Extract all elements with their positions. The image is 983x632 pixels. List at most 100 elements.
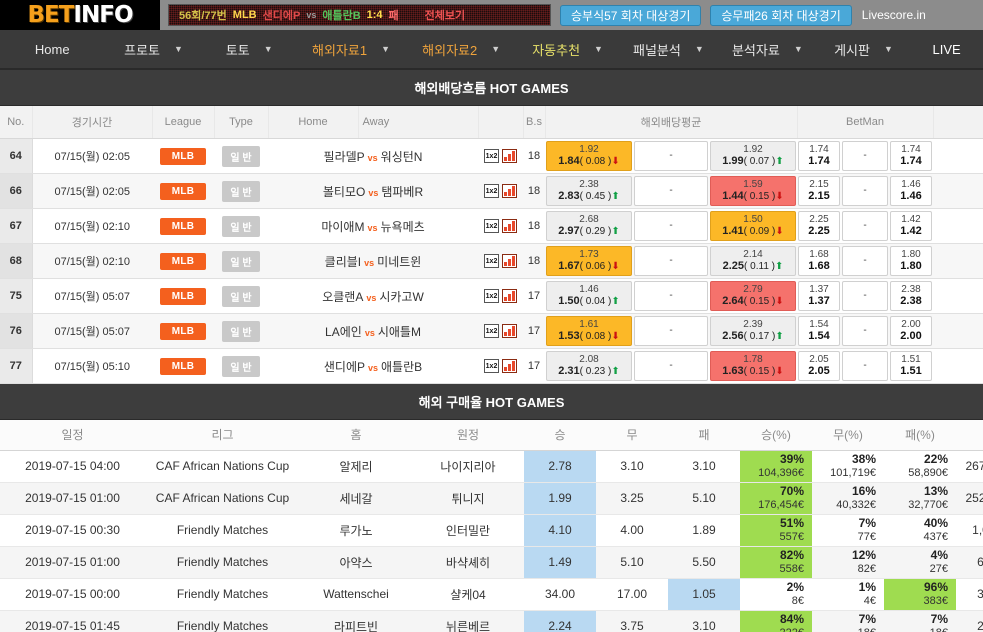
bar-chart-icon[interactable] xyxy=(502,184,517,198)
odds-table-row[interactable]: 67 07/15(월) 02:10 MLB 일 반 마이애M vs 뉴욕메츠 1x2 18 2.6… xyxy=(0,208,983,244)
league-cell[interactable]: MLB xyxy=(152,348,214,384)
home-team[interactable]: 루가노 xyxy=(300,514,412,547)
betman-away-cell[interactable]: 2.00 2.00 xyxy=(889,313,934,349)
betman-draw-cell[interactable]: - xyxy=(841,173,889,209)
overseas-draw-odds[interactable]: - xyxy=(633,313,709,349)
betman-home-odds[interactable]: 1.54 1.54 xyxy=(798,316,840,346)
bar-chart-icon[interactable] xyxy=(502,324,517,338)
purchase-table-row[interactable]: 2019-07-15 01:00 CAF African Nations Cup 세… xyxy=(0,482,983,515)
betman-draw-cell[interactable]: - xyxy=(841,243,889,279)
betman-draw-cell[interactable]: - xyxy=(841,208,889,244)
betman-away-cell[interactable]: 1.80 1.80 xyxy=(889,243,934,279)
betman-home-cell[interactable]: 1.54 1.54 xyxy=(797,313,841,349)
betman-home-cell[interactable]: 1.68 1.68 xyxy=(797,243,841,279)
overseas-odds-home[interactable]: 1.46 1.50( 0.04 )⬆ xyxy=(546,281,632,311)
overseas-odds-away[interactable]: 2.39 2.56( 0.17 )⬆ xyxy=(710,316,796,346)
purchase-table-row[interactable]: 2019-07-15 01:45 Friendly Matches 라피트빈 뉘른베르… xyxy=(0,610,983,632)
livescore-label[interactable]: Livescore.in xyxy=(862,8,926,22)
home-team[interactable]: Wattenschei xyxy=(300,578,412,611)
overseas-away-odds[interactable]: 2.39 2.56( 0.17 )⬆ xyxy=(709,313,797,349)
nav-item-6[interactable]: 자동추천 ▼ xyxy=(516,30,619,68)
league-cell[interactable]: MLB xyxy=(152,278,214,314)
overseas-odds-draw[interactable]: - xyxy=(634,351,708,381)
nav-item-8[interactable]: 분석자료 ▼ xyxy=(718,30,817,68)
chevron-down-icon[interactable]: ▼ xyxy=(491,44,500,54)
betman-draw-cell[interactable]: - xyxy=(841,313,889,349)
league-cell[interactable]: MLB xyxy=(152,243,214,279)
betman-home-odds[interactable]: 2.05 2.05 xyxy=(798,351,840,381)
draw-odds[interactable]: 3.25 xyxy=(596,482,668,515)
teams-cell[interactable]: 볼티모O vs 탬파베R xyxy=(268,173,478,209)
onextwo-icon[interactable]: 1x2 xyxy=(484,184,499,198)
betman-home-odds[interactable]: 2.25 2.25 xyxy=(798,211,840,241)
nav-item-4[interactable]: 해외자료1 ▼ xyxy=(296,30,406,68)
purchase-table-row[interactable]: 2019-07-15 00:30 Friendly Matches 루가노 인터밀란 4… xyxy=(0,514,983,547)
home-team[interactable]: 알제리 xyxy=(300,450,412,483)
betman-away-odds[interactable]: 1.42 1.42 xyxy=(890,211,933,241)
betman-home-odds[interactable]: 1.74 1.74 xyxy=(798,141,840,171)
purchase-table-row[interactable]: 2019-07-15 00:00 Friendly Matches Wattensc… xyxy=(0,578,983,611)
nav-item-9[interactable]: 게시판 ▼ xyxy=(817,30,910,68)
away-team[interactable]: 뉘른베르 xyxy=(412,610,524,632)
bar-chart-icon[interactable] xyxy=(502,289,517,303)
teams-cell[interactable]: 오클랜A vs 시카고W xyxy=(268,278,478,314)
overseas-home-odds[interactable]: 2.08 2.31( 0.23 )⬆ xyxy=(545,348,633,384)
lose-odds[interactable]: 5.50 xyxy=(668,546,740,579)
overseas-odds-draw[interactable]: - xyxy=(634,281,708,311)
seungmupae-26-button[interactable]: 승무패26 회차 대상경기 xyxy=(710,4,852,26)
betman-draw-odds[interactable]: - xyxy=(842,141,888,171)
overseas-away-odds[interactable]: 1.78 1.63( 0.15 )⬇ xyxy=(709,348,797,384)
overseas-home-odds[interactable]: 2.68 2.97( 0.29 )⬆ xyxy=(545,208,633,244)
live-score-ticker[interactable]: 56회/77번 MLB 샌디에P vs 애틀란B 1:4 패 전체보기 xyxy=(168,4,551,26)
league-cell[interactable]: MLB xyxy=(152,138,214,174)
bar-chart-icon[interactable] xyxy=(502,254,517,268)
betman-away-odds[interactable]: 1.74 1.74 xyxy=(890,141,933,171)
away-team[interactable]: 인터밀란 xyxy=(412,514,524,547)
overseas-away-odds[interactable]: 1.59 1.44( 0.15 )⬇ xyxy=(709,173,797,209)
betman-draw-odds[interactable]: - xyxy=(842,176,888,206)
overseas-away-odds[interactable]: 1.92 1.99( 0.07 )⬆ xyxy=(709,138,797,174)
betman-draw-cell[interactable]: - xyxy=(841,348,889,384)
overseas-odds-home[interactable]: 1.61 1.53( 0.08 )⬇ xyxy=(546,316,632,346)
away-team[interactable]: 튀니지 xyxy=(412,482,524,515)
teams-cell[interactable]: 필라델P vs 워싱턴N xyxy=(268,138,478,174)
overseas-odds-home[interactable]: 1.73 1.67( 0.06 )⬇ xyxy=(546,246,632,276)
lose-odds[interactable]: 5.10 xyxy=(668,482,740,515)
overseas-odds-away[interactable]: 1.78 1.63( 0.15 )⬇ xyxy=(710,351,796,381)
bar-chart-icon[interactable] xyxy=(502,149,517,163)
overseas-away-odds[interactable]: 2.79 2.64( 0.15 )⬇ xyxy=(709,278,797,314)
chevron-down-icon[interactable]: ▼ xyxy=(264,44,273,54)
draw-odds[interactable]: 17.00 xyxy=(596,578,668,611)
overseas-odds-away[interactable]: 2.14 2.25( 0.11 )⬆ xyxy=(710,246,796,276)
overseas-draw-odds[interactable]: - xyxy=(633,173,709,209)
onextwo-icon[interactable]: 1x2 xyxy=(484,289,499,303)
overseas-odds-draw[interactable]: - xyxy=(634,141,708,171)
league-cell[interactable]: MLB xyxy=(152,208,214,244)
win-odds[interactable]: 4.10 xyxy=(524,514,596,547)
teams-cell[interactable]: LA에인 vs 시애틀M xyxy=(268,313,478,349)
win-odds[interactable]: 1.99 xyxy=(524,482,596,515)
away-team[interactable]: 나이지리아 xyxy=(412,450,524,483)
nav-item-2[interactable]: 프로토 ▼ xyxy=(105,30,203,68)
lose-odds[interactable]: 3.10 xyxy=(668,610,740,632)
league-cell[interactable]: MLB xyxy=(152,173,214,209)
overseas-home-odds[interactable]: 1.46 1.50( 0.04 )⬆ xyxy=(545,278,633,314)
overseas-odds-draw[interactable]: - xyxy=(634,211,708,241)
betman-home-odds[interactable]: 1.68 1.68 xyxy=(798,246,840,276)
betman-draw-odds[interactable]: - xyxy=(842,246,888,276)
site-logo[interactable]: BET INFO xyxy=(0,0,160,30)
draw-odds[interactable]: 3.75 xyxy=(596,610,668,632)
overseas-home-odds[interactable]: 1.61 1.53( 0.08 )⬇ xyxy=(545,313,633,349)
odds-table-row[interactable]: 75 07/15(월) 05:07 MLB 일 반 오클랜A vs 시카고W 1x2 17 1.4… xyxy=(0,278,983,314)
home-team[interactable]: 세네갈 xyxy=(300,482,412,515)
overseas-draw-odds[interactable]: - xyxy=(633,138,709,174)
teams-cell[interactable]: 샌디에P vs 애틀란B xyxy=(268,348,478,384)
draw-odds[interactable]: 5.10 xyxy=(596,546,668,579)
betman-home-odds[interactable]: 1.37 1.37 xyxy=(798,281,840,311)
betman-away-odds[interactable]: 2.38 2.38 xyxy=(890,281,933,311)
betman-draw-cell[interactable]: - xyxy=(841,278,889,314)
odds-table-row[interactable]: 66 07/15(월) 02:05 MLB 일 반 볼티모O vs 탬파베R 1x2 18 2.3… xyxy=(0,173,983,209)
win-odds[interactable]: 2.24 xyxy=(524,610,596,632)
betman-home-cell[interactable]: 2.15 2.15 xyxy=(797,173,841,209)
betman-home-cell[interactable]: 2.25 2.25 xyxy=(797,208,841,244)
